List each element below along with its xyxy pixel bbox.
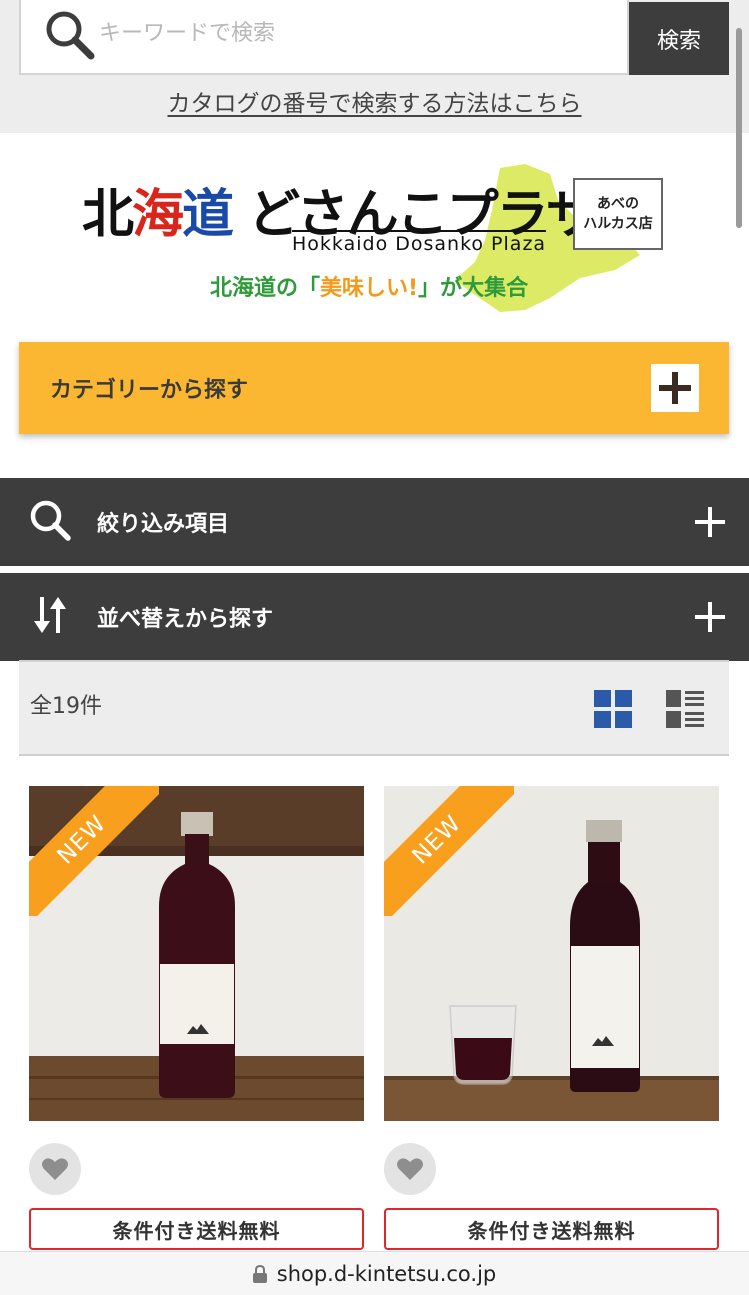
list-view-icon[interactable] (666, 690, 704, 728)
search-header: 検索 カタログの番号で検索する方法はこちら (0, 0, 749, 133)
heart-icon (397, 1158, 423, 1180)
scrollbar[interactable] (736, 28, 742, 228)
product-image[interactable]: NEW (29, 786, 364, 1121)
sort-label: 並べ替えから探す (97, 607, 274, 632)
free-shipping-badge: 条件付き送料無料 (384, 1208, 719, 1250)
sort-toggle[interactable]: 並べ替えから探す (0, 573, 749, 661)
store-logo[interactable]: 北海道 どさんこプラザ Hokkaido Dosanko Plaza あべの ハ… (80, 160, 680, 320)
filter-label: 絞り込み項目 (97, 512, 230, 537)
search-button[interactable]: 検索 (629, 2, 729, 75)
filter-toggle[interactable]: 絞り込み項目 (0, 478, 749, 566)
favorite-button[interactable] (29, 1143, 81, 1195)
result-count: 全19件 (30, 694, 102, 719)
favorite-button[interactable] (384, 1143, 436, 1195)
search-input[interactable] (99, 16, 619, 50)
search-box (19, 0, 629, 75)
logo-subtitle: Hokkaido Dosanko Plaza (292, 230, 547, 255)
product-image[interactable]: NEW (384, 786, 719, 1121)
category-search-button[interactable]: カテゴリーから探す (19, 342, 729, 434)
new-badge: NEW (29, 786, 159, 916)
heart-icon (42, 1158, 68, 1180)
logo-tagline: 北海道の「美味しい!」が大集合 (210, 276, 529, 301)
store-name-badge: あべの ハルカス店 (573, 178, 663, 250)
sort-arrows-icon (28, 593, 72, 637)
product-card[interactable]: NEW 条件付き送料無料 (384, 786, 719, 1250)
category-label: カテゴリーから探す (50, 378, 249, 403)
grid-view-icon[interactable] (594, 690, 632, 728)
plus-icon[interactable] (695, 507, 725, 537)
new-badge: NEW (384, 786, 514, 916)
results-toolbar: 全19件 (19, 660, 729, 756)
lock-icon (252, 1264, 267, 1283)
browser-url-bar[interactable]: shop.d-kintetsu.co.jp (0, 1251, 749, 1295)
store-name-line2: ハルカス店 (583, 216, 653, 232)
search-icon (28, 498, 72, 542)
catalog-search-link[interactable]: カタログの番号で検索する方法はこちら (0, 84, 749, 118)
expand-icon[interactable] (651, 364, 699, 412)
url-text: shop.d-kintetsu.co.jp (276, 1261, 497, 1286)
plus-icon[interactable] (695, 602, 725, 632)
free-shipping-badge: 条件付き送料無料 (29, 1208, 364, 1250)
product-card[interactable]: NEW 条件付き送料無料 (29, 786, 364, 1250)
search-icon (43, 8, 97, 62)
store-name-line1: あべの (597, 195, 639, 212)
